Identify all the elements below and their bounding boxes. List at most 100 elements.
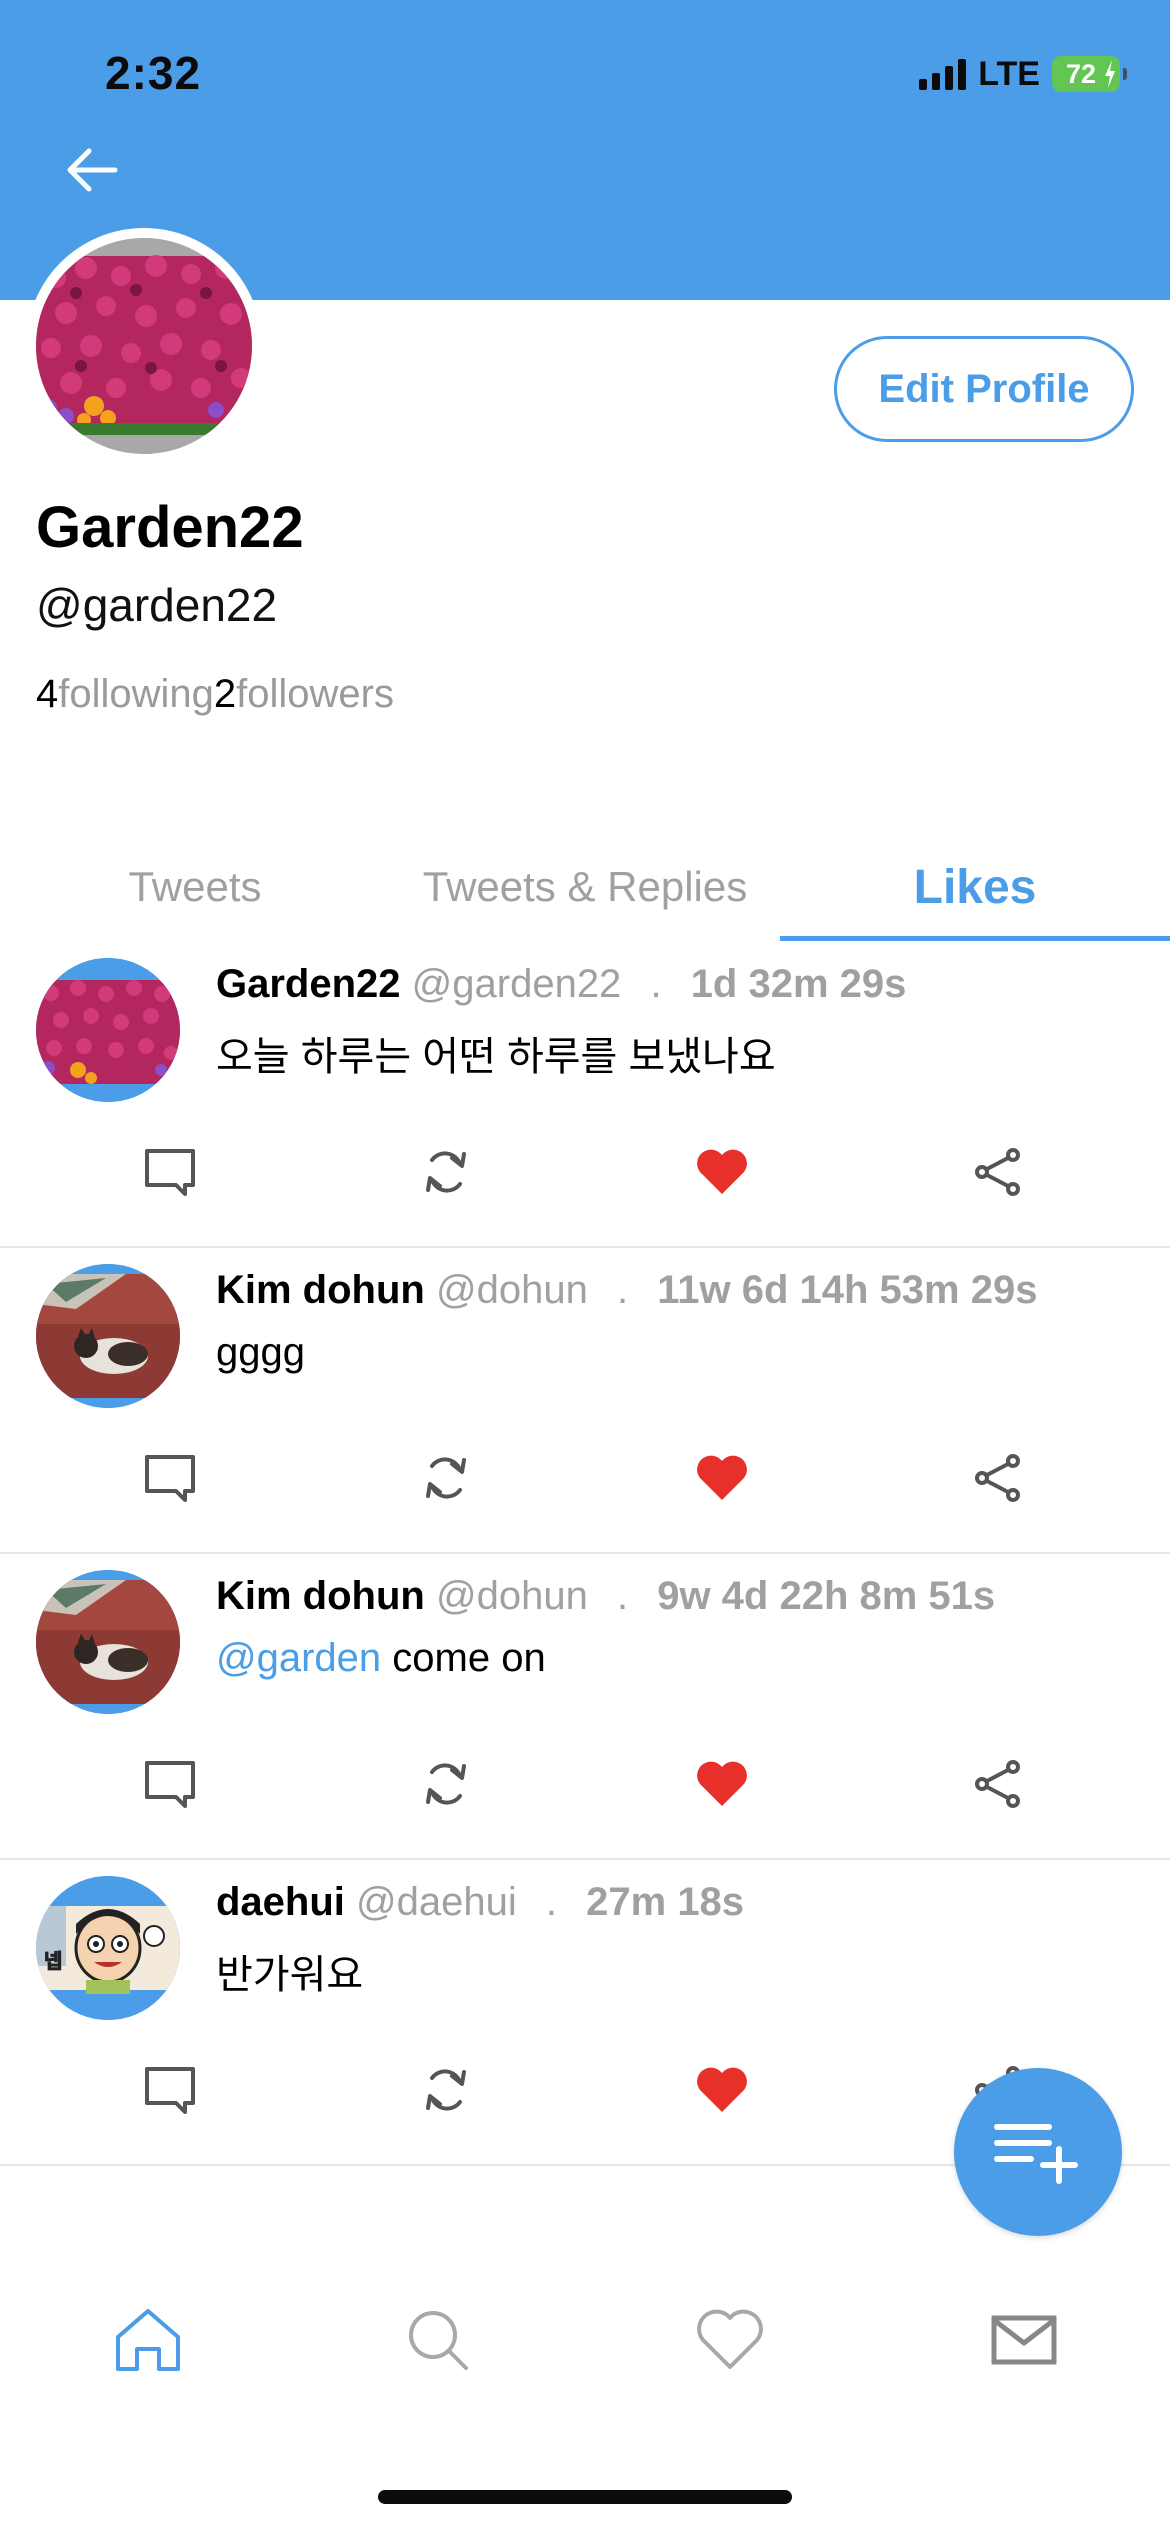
comment-icon [145,1761,195,1808]
tweet-actions [0,1438,1170,1518]
comment-icon [145,2067,195,2114]
tweet-meta: daehui @daehui . 27m 18s [216,1880,744,1925]
tab-tweets[interactable]: Tweets [0,832,390,942]
profile-handle: @garden22 [36,579,278,631]
home-indicator[interactable] [378,2490,792,2504]
share-button[interactable] [958,1132,1038,1212]
tweet-item[interactable]: Kim dohun @dohun . 11w 6d 14h 53m 29s gg… [0,1248,1170,1554]
retweet-button[interactable] [406,1132,486,1212]
profile-tabs: Tweets Tweets & Replies Likes [0,832,1170,942]
tweet-mention[interactable]: @garden [216,1636,381,1680]
tweet-author-handle[interactable]: @daehui [356,1880,517,1924]
bottom-navigation [0,2290,1170,2390]
tweet-timestamp: 1d 32m 29s [690,962,907,1006]
battery-level: 72 [1065,58,1097,89]
tweet-meta: Kim dohun @dohun . 9w 4d 22h 8m 51s [216,1574,995,1619]
tweet-text: @garden come on [216,1636,546,1681]
comment-icon [145,1455,195,1502]
meta-separator: . [545,1880,558,1924]
profile-avatar[interactable] [26,228,262,464]
heart-filled-icon [697,1761,747,1806]
profile-display-name: Garden22 [36,495,304,560]
status-time: 2:32 [105,47,202,99]
share-icon [975,1148,1020,1196]
tweet-meta: Kim dohun @dohun . 11w 6d 14h 53m 29s [216,1268,1037,1313]
network-type: LTE [978,54,1040,93]
tweet-author-name[interactable]: Kim dohun [216,1268,425,1312]
tweet-actions [0,1744,1170,1824]
nav-messages[interactable] [974,2290,1074,2390]
meta-separator: . [650,962,662,1006]
heart-filled-icon [697,1149,747,1194]
nav-search[interactable] [388,2290,488,2390]
active-tab-indicator [780,936,1170,941]
tweet-body-text: gggg [216,1330,305,1374]
like-button[interactable] [682,2050,762,2130]
tweet-body-text: 반가워요 [216,1953,364,1997]
status-indicators: LTE 72 [919,52,1127,96]
reply-button[interactable] [130,1438,210,1518]
tweet-item[interactable]: Kim dohun @dohun . 9w 4d 22h 8m 51s @gar… [0,1554,1170,1860]
arrow-left-icon [67,148,118,192]
tweet-author-name[interactable]: Kim dohun [216,1574,425,1618]
retweet-button[interactable] [406,1744,486,1824]
charging-bolt-icon [1105,60,1115,88]
reply-button[interactable] [130,2050,210,2130]
tweet-item[interactable]: Garden22 @garden22 . 1d 32m 29s 오늘 하루는 어… [0,942,1170,1248]
retweet-icon [426,2069,466,2111]
meta-separator: . [616,1268,629,1312]
reply-button[interactable] [130,1744,210,1824]
reply-button[interactable] [130,1132,210,1212]
mail-icon [991,2315,1057,2365]
like-button[interactable] [682,1744,762,1824]
like-button[interactable] [682,1438,762,1518]
retweet-icon [426,1457,466,1499]
tweet-avatar[interactable]: 넵 [36,1876,180,2020]
compose-list-add-icon [994,2124,1078,2184]
following-label[interactable]: following [58,672,214,716]
liked-tweets-list: Garden22 @garden22 . 1d 32m 29s 오늘 하루는 어… [0,942,1170,2166]
compose-tweet-button[interactable] [954,2068,1122,2236]
share-button[interactable] [958,1438,1038,1518]
followers-label[interactable]: followers [236,672,394,716]
tweet-text: gggg [216,1330,305,1375]
nav-home[interactable] [98,2290,198,2390]
home-icon [116,2309,180,2371]
tweet-actions [0,1132,1170,1212]
followers-count[interactable]: 2 [214,672,236,716]
like-button[interactable] [682,1132,762,1212]
search-icon [409,2311,468,2370]
heart-filled-icon [697,1455,747,1500]
tweet-timestamp: 9w 4d 22h 8m 51s [657,1574,996,1618]
tweet-avatar[interactable] [36,958,180,1102]
tweet-avatar[interactable] [36,1570,180,1714]
edit-profile-button[interactable]: Edit Profile [834,336,1134,442]
tweet-author-handle[interactable]: @dohun [436,1574,588,1618]
back-button[interactable] [60,142,124,198]
tweet-text: 오늘 하루는 어떤 하루를 보냈나요 [216,1024,776,1082]
follow-stats: 4following2followers [36,672,394,717]
tweet-author-handle[interactable]: @garden22 [412,962,622,1006]
share-button[interactable] [958,1744,1038,1824]
nav-likes[interactable] [680,2290,780,2390]
meta-separator: . [616,1574,629,1618]
following-count[interactable]: 4 [36,672,58,716]
tweet-meta: Garden22 @garden22 . 1d 32m 29s [216,962,906,1007]
signal-strength-icon [919,58,967,90]
share-icon [975,1454,1020,1502]
retweet-button[interactable] [406,2050,486,2130]
retweet-button[interactable] [406,1438,486,1518]
tweet-body-text: 오늘 하루는 어떤 하루를 보냈나요 [216,1035,776,1079]
battery-icon: 72 [1052,56,1127,92]
tweet-author-name[interactable]: daehui [216,1880,345,1924]
comment-icon [145,1149,195,1196]
tab-likes[interactable]: Likes [780,832,1170,942]
tweet-author-handle[interactable]: @dohun [436,1268,588,1312]
heart-icon [697,2309,763,2369]
tweet-author-name[interactable]: Garden22 [216,962,401,1006]
avatar-caption: 넵 [44,1949,62,1973]
retweet-icon [426,1763,466,1805]
tweet-timestamp: 27m 18s [586,1880,745,1924]
tab-tweets-replies[interactable]: Tweets & Replies [390,832,780,942]
tweet-avatar[interactable] [36,1264,180,1408]
